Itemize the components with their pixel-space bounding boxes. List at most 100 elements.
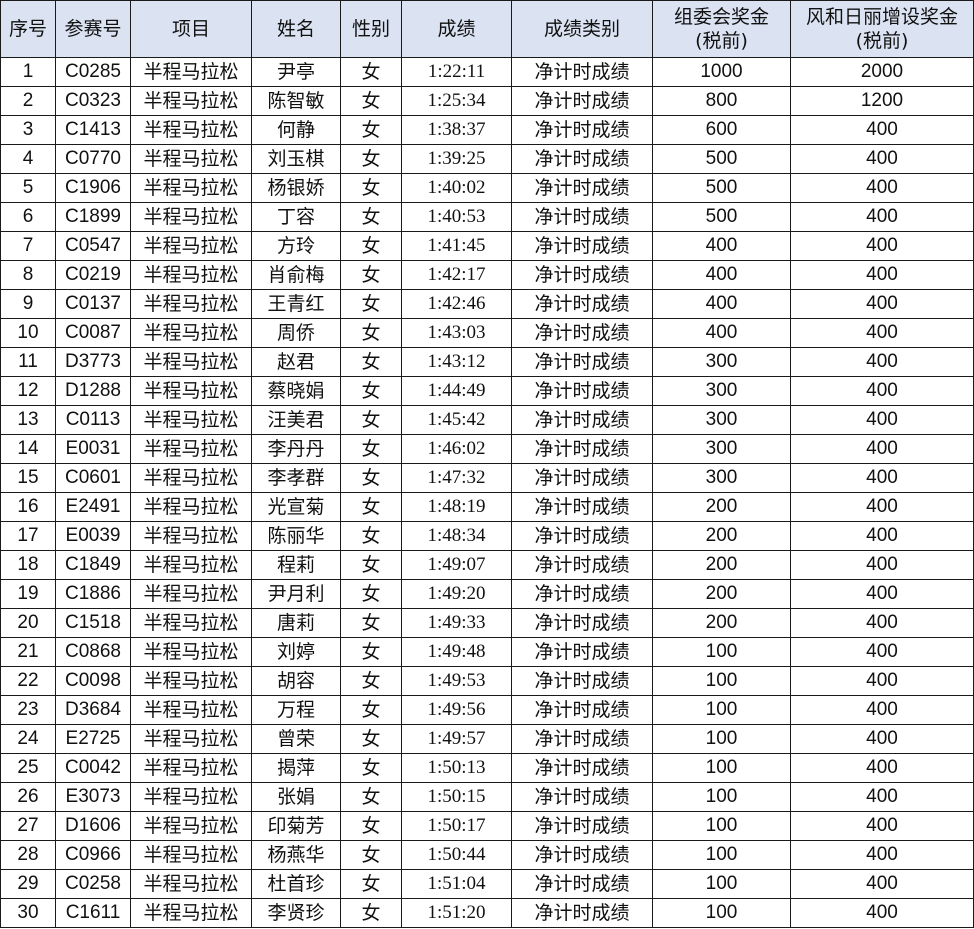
cell-name: 赵君 — [251, 347, 341, 377]
cell-bib: D3684 — [55, 695, 131, 725]
cell-gender: 女 — [340, 550, 402, 580]
cell-event: 半程马拉松 — [130, 434, 252, 464]
cell-sponsor-prize: 400 — [790, 405, 974, 435]
header-seq: 序号 — [0, 0, 56, 58]
cell-gender: 女 — [340, 840, 402, 870]
cell-name: 杜首珍 — [251, 869, 341, 899]
cell-gender: 女 — [340, 579, 402, 609]
cell-result: 1:43:03 — [401, 318, 512, 348]
cell-sponsor-prize: 2000 — [790, 57, 974, 87]
header-label: 项目 — [171, 18, 210, 40]
table-row: 8 C0219 半程马拉松 肖俞梅女 1:42:17 净计时成绩 400 400 — [0, 260, 974, 290]
cell-name: 张娟 — [251, 782, 341, 812]
cell-name: 尹月利 — [251, 579, 341, 609]
cell-result: 1:51:20 — [401, 898, 512, 928]
cell-result: 1:48:19 — [401, 492, 512, 522]
header-event: 项目 — [130, 0, 252, 58]
cell-bib: C0219 — [55, 260, 131, 290]
cell-sponsor-prize: 400 — [790, 782, 974, 812]
cell-gender: 女 — [340, 434, 402, 464]
cell-event: 半程马拉松 — [130, 86, 252, 116]
cell-result-type: 净计时成绩 — [511, 231, 653, 261]
cell-result-type: 净计时成绩 — [511, 347, 653, 377]
cell-event: 半程马拉松 — [130, 898, 252, 928]
cell-bib: C0868 — [55, 637, 131, 667]
cell-event: 半程马拉松 — [130, 463, 252, 493]
cell-result: 1:42:17 — [401, 260, 512, 290]
cell-gender: 女 — [340, 318, 402, 348]
cell-sponsor-prize: 400 — [790, 173, 974, 203]
cell-committee-prize: 600 — [652, 115, 791, 145]
cell-sponsor-prize: 400 — [790, 869, 974, 899]
cell-event: 半程马拉松 — [130, 637, 252, 667]
cell-gender: 女 — [340, 115, 402, 145]
cell-event: 半程马拉松 — [130, 666, 252, 696]
cell-result-type: 净计时成绩 — [511, 608, 653, 638]
cell-committee-prize: 300 — [652, 376, 791, 406]
cell-seq: 26 — [0, 782, 56, 812]
table-row: 16 E2491 半程马拉松 光宣菊女 1:48:19 净计时成绩 200 400 — [0, 492, 974, 522]
cell-event: 半程马拉松 — [130, 811, 252, 841]
cell-result: 1:50:44 — [401, 840, 512, 870]
cell-result-type: 净计时成绩 — [511, 782, 653, 812]
cell-event: 半程马拉松 — [130, 869, 252, 899]
cell-result-type: 净计时成绩 — [511, 86, 653, 116]
cell-committee-prize: 400 — [652, 260, 791, 290]
cell-name: 王青红 — [251, 289, 341, 319]
cell-result-type: 净计时成绩 — [511, 579, 653, 609]
cell-seq: 8 — [0, 260, 56, 290]
cell-gender: 女 — [340, 521, 402, 551]
cell-gender: 女 — [340, 86, 402, 116]
cell-event: 半程马拉松 — [130, 782, 252, 812]
cell-seq: 21 — [0, 637, 56, 667]
cell-gender: 女 — [340, 869, 402, 899]
header-sublabel: (税前) — [855, 30, 909, 52]
cell-seq: 16 — [0, 492, 56, 522]
cell-result-type: 净计时成绩 — [511, 811, 653, 841]
cell-committee-prize: 500 — [652, 202, 791, 232]
cell-committee-prize: 100 — [652, 695, 791, 725]
cell-sponsor-prize: 400 — [790, 115, 974, 145]
cell-bib: C0770 — [55, 144, 131, 174]
table-row: 21 C0868 半程马拉松 刘婷女 1:49:48 净计时成绩 100 400 — [0, 637, 974, 667]
cell-sponsor-prize: 400 — [790, 492, 974, 522]
cell-seq: 10 — [0, 318, 56, 348]
cell-gender: 女 — [340, 173, 402, 203]
cell-gender: 女 — [340, 898, 402, 928]
header-label: 成绩 — [437, 18, 476, 40]
cell-bib: C0323 — [55, 86, 131, 116]
cell-event: 半程马拉松 — [130, 318, 252, 348]
cell-result: 1:50:13 — [401, 753, 512, 783]
cell-name: 汪美君 — [251, 405, 341, 435]
header-label: 组委会奖金 — [673, 6, 769, 28]
cell-gender: 女 — [340, 144, 402, 174]
cell-result: 1:50:15 — [401, 782, 512, 812]
table-row: 15 C0601 半程马拉松 李孝群女 1:47:32 净计时成绩 300 400 — [0, 463, 974, 493]
cell-seq: 17 — [0, 521, 56, 551]
table-row: 27 D1606 半程马拉松 印菊芳女 1:50:17 净计时成绩 100 400 — [0, 811, 974, 841]
cell-sponsor-prize: 400 — [790, 550, 974, 580]
cell-committee-prize: 200 — [652, 521, 791, 551]
cell-committee-prize: 100 — [652, 782, 791, 812]
cell-sponsor-prize: 400 — [790, 637, 974, 667]
cell-result-type: 净计时成绩 — [511, 898, 653, 928]
cell-committee-prize: 800 — [652, 86, 791, 116]
cell-sponsor-prize: 400 — [790, 898, 974, 928]
cell-seq: 3 — [0, 115, 56, 145]
cell-result-type: 净计时成绩 — [511, 840, 653, 870]
table-row: 24 E2725 半程马拉松 曾荣女 1:49:57 净计时成绩 100 400 — [0, 724, 974, 754]
table-row: 10 C0087 半程马拉松 周侨女 1:43:03 净计时成绩 400 400 — [0, 318, 974, 348]
cell-bib: C0098 — [55, 666, 131, 696]
cell-sponsor-prize: 400 — [790, 289, 974, 319]
cell-bib: E0031 — [55, 434, 131, 464]
cell-committee-prize: 300 — [652, 405, 791, 435]
cell-sponsor-prize: 400 — [790, 144, 974, 174]
table-row: 11 D3773 半程马拉松 赵君女 1:43:12 净计时成绩 300 400 — [0, 347, 974, 377]
cell-committee-prize: 200 — [652, 550, 791, 580]
cell-seq: 6 — [0, 202, 56, 232]
table-row: 12 D1288 半程马拉松 蔡晓娟女 1:44:49 净计时成绩 300 400 — [0, 376, 974, 406]
cell-sponsor-prize: 400 — [790, 318, 974, 348]
cell-gender: 女 — [340, 492, 402, 522]
cell-seq: 15 — [0, 463, 56, 493]
cell-bib: C0966 — [55, 840, 131, 870]
